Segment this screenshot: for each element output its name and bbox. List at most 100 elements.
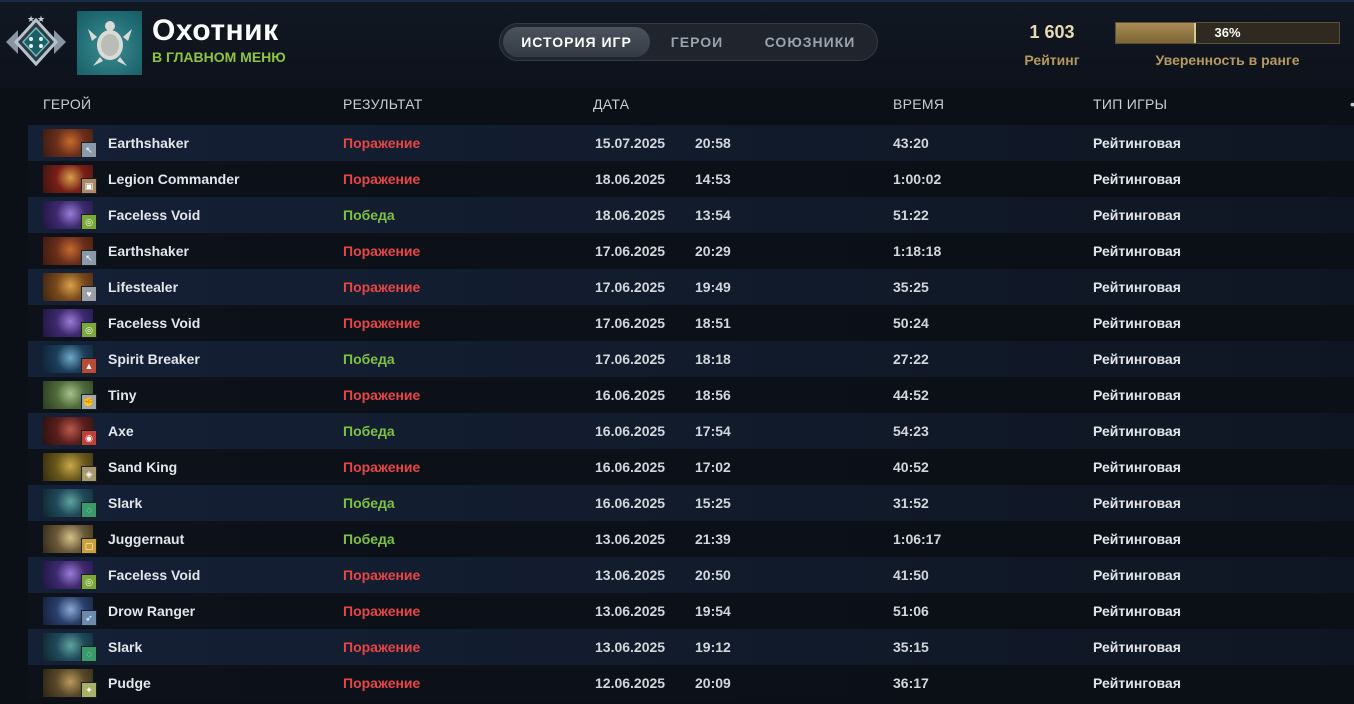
match-date: 18.06.2025: [595, 171, 666, 187]
tab-match-history[interactable]: ИСТОРИЯ ИГР: [503, 27, 650, 57]
game-type: Рейтинговая: [1093, 315, 1181, 331]
match-date: 16.06.2025: [595, 423, 666, 439]
match-duration: 54:23: [893, 423, 929, 439]
match-row[interactable]: ◈ Sand King Поражение 16.06.2025 17:02 40:52 Р…: [28, 449, 1354, 485]
player-status: В ГЛАВНОМ МЕНЮ: [152, 49, 286, 65]
hero-name: Slark: [108, 495, 143, 511]
hero-name: Sand King: [108, 459, 178, 475]
match-start-time: 18:56: [695, 387, 731, 403]
hero-name: Faceless Void: [108, 207, 201, 223]
match-duration: 40:52: [893, 459, 929, 475]
hero-name: Pudge: [108, 675, 151, 691]
match-result: Поражение: [343, 675, 421, 691]
match-row[interactable]: ✦ Pudge Поражение 12.06.2025 20:09 36:17 Рейти…: [28, 665, 1354, 701]
rating-value: 1 603: [1029, 22, 1075, 42]
turtle-avatar-icon: [87, 21, 132, 66]
more-columns-icon[interactable]: •: [1350, 96, 1354, 112]
game-type: Рейтинговая: [1093, 243, 1181, 259]
hook-icon: ✦: [81, 682, 97, 698]
match-duration: 31:52: [893, 495, 929, 511]
match-result: Поражение: [343, 567, 421, 583]
hero-name: Axe: [108, 423, 134, 439]
match-row[interactable]: ◎ Faceless Void Поражение 13.06.2025 20:50 41…: [28, 557, 1354, 593]
match-date: 16.06.2025: [595, 459, 666, 475]
column-header-date[interactable]: ДАТА: [593, 96, 629, 112]
arrow-icon: ➶: [81, 610, 97, 626]
match-row[interactable]: ◌ Slark Поражение 13.06.2025 19:12 35:15 Рейти…: [28, 629, 1354, 665]
column-header-hero[interactable]: ГЕРОЙ: [43, 96, 91, 112]
match-row[interactable]: ♥ Lifestealer Поражение 17.06.2025 19:49 35:2…: [28, 269, 1354, 305]
match-row[interactable]: ◉ Axe Победа 16.06.2025 17:54 54:23 Рейтингова…: [28, 413, 1354, 449]
match-row[interactable]: ▢ Juggernaut Победа 13.06.2025 21:39 1:06:17 Р…: [28, 521, 1354, 557]
initiator-icon: ↖: [81, 250, 97, 266]
match-row[interactable]: ▲ Spirit Breaker Победа 17.06.2025 18:18 27:2…: [28, 341, 1354, 377]
match-duration: 27:22: [893, 351, 929, 367]
tab-allies[interactable]: СОЮЗНИКИ: [746, 27, 874, 57]
game-type: Рейтинговая: [1093, 531, 1181, 547]
match-result: Поражение: [343, 279, 421, 295]
match-row[interactable]: ◎ Faceless Void Победа 18.06.2025 13:54 51:22…: [28, 197, 1354, 233]
swirl-icon: ◌: [81, 502, 97, 518]
hero-name: Slark: [108, 639, 143, 655]
player-avatar[interactable]: [77, 11, 142, 75]
rank-confidence-percent: 36%: [1214, 25, 1241, 40]
rank-medal-icon: ★ ★: [6, 14, 66, 67]
hero-name: Faceless Void: [108, 315, 201, 331]
match-date: 17.06.2025: [595, 279, 666, 295]
square-icon: ▢: [81, 538, 97, 554]
match-date: 13.06.2025: [595, 567, 666, 583]
top-border: [0, 0, 1354, 2]
match-start-time: 19:54: [695, 603, 731, 619]
match-result: Поражение: [343, 135, 421, 151]
match-row[interactable]: ↖ Earthshaker Поражение 17.06.2025 20:29 1:18…: [28, 233, 1354, 269]
match-result: Поражение: [343, 171, 421, 187]
hero-name: Lifestealer: [108, 279, 179, 295]
match-row[interactable]: ◌ Slark Победа 16.06.2025 15:25 31:52 Рейтинго…: [28, 485, 1354, 521]
boot-icon: ▲: [81, 358, 97, 374]
match-result: Победа: [343, 531, 395, 547]
match-date: 16.06.2025: [595, 495, 666, 511]
match-date: 13.06.2025: [595, 639, 666, 655]
match-date: 17.06.2025: [595, 351, 666, 367]
tab-heroes[interactable]: ГЕРОИ: [656, 27, 738, 57]
game-type: Рейтинговая: [1093, 135, 1181, 151]
match-duration: 1:18:18: [893, 243, 942, 259]
match-row[interactable]: ◎ Faceless Void Поражение 17.06.2025 18:51 50…: [28, 305, 1354, 341]
svg-text:★: ★: [27, 14, 35, 24]
shield-icon: ▣: [81, 178, 97, 194]
match-result: Поражение: [343, 459, 421, 475]
hero-name: Legion Commander: [108, 171, 240, 187]
match-start-time: 21:39: [695, 531, 731, 547]
match-row[interactable]: ▣ Legion Commander Поражение 18.06.2025 14:5…: [28, 161, 1354, 197]
match-duration: 51:06: [893, 603, 929, 619]
match-row[interactable]: ✊ Tiny Поражение 16.06.2025 18:56 44:52 Рейтин…: [28, 377, 1354, 413]
match-start-time: 20:29: [695, 243, 731, 259]
match-row[interactable]: ➶ Drow Ranger Поражение 13.06.2025 19:54 51:0…: [28, 593, 1354, 629]
circle-icon: ◎: [81, 574, 97, 590]
match-start-time: 20:50: [695, 567, 731, 583]
match-result: Победа: [343, 351, 395, 367]
match-date: 18.06.2025: [595, 207, 666, 223]
match-date: 12.06.2025: [595, 675, 666, 691]
initiator-icon: ↖: [81, 142, 97, 158]
match-start-time: 17:02: [695, 459, 731, 475]
hero-name: Earthshaker: [108, 135, 189, 151]
heart-icon: ♥: [81, 286, 97, 302]
game-type: Рейтинговая: [1093, 459, 1181, 475]
game-type: Рейтинговая: [1093, 675, 1181, 691]
match-start-time: 18:18: [695, 351, 731, 367]
match-row[interactable]: ↖ Earthshaker Поражение 15.07.2025 20:58 43:2…: [28, 125, 1354, 161]
match-duration: 35:15: [893, 639, 929, 655]
match-duration: 1:06:17: [893, 531, 942, 547]
match-start-time: 19:12: [695, 639, 731, 655]
hero-name: Faceless Void: [108, 567, 201, 583]
profile-tabs: ИСТОРИЯ ИГР ГЕРОИ СОЮЗНИКИ: [499, 23, 878, 61]
column-header-result[interactable]: РЕЗУЛЬТАТ: [343, 96, 423, 112]
match-start-time: 18:51: [695, 315, 731, 331]
game-type: Рейтинговая: [1093, 639, 1181, 655]
column-header-duration[interactable]: ВРЕМЯ: [893, 96, 944, 112]
match-start-time: 20:09: [695, 675, 731, 691]
player-name: Охотник: [152, 14, 279, 47]
column-header-game-type[interactable]: ТИП ИГРЫ: [1093, 96, 1167, 112]
target-icon: ◉: [81, 430, 97, 446]
